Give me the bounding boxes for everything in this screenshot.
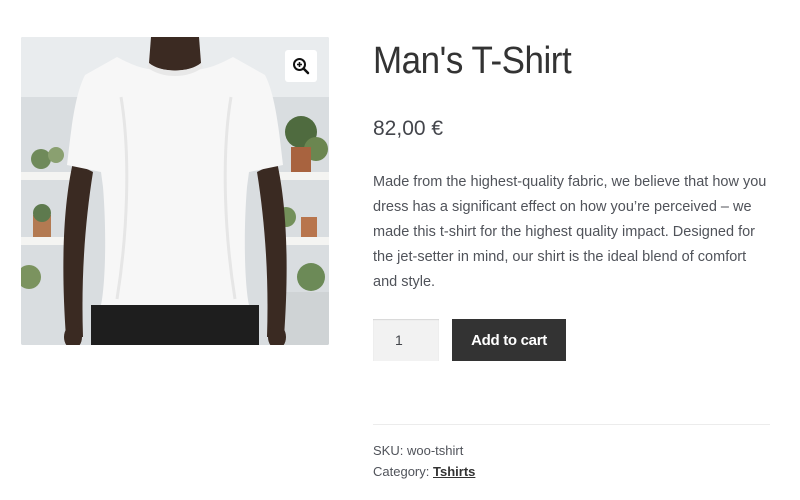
zoom-in-icon [293,58,310,75]
product-title: Man's T-Shirt [373,40,572,82]
quantity-input[interactable] [373,319,439,361]
sku-label: SKU: [373,443,404,458]
product-page: Man's T-Shirt 82,00 € Made from the high… [0,0,800,500]
category-link[interactable]: Tshirts [433,464,475,479]
add-to-cart-form: Add to cart [373,319,773,361]
product-meta: SKU: woo-tshirt Category: Tshirts [373,440,475,482]
divider [373,424,770,425]
product-image[interactable] [21,37,329,345]
product-summary: Man's T-Shirt 82,00 € Made from the high… [373,38,773,361]
sku-row: SKU: woo-tshirt [373,440,475,461]
zoom-button[interactable] [285,50,317,82]
category-label: Category: [373,464,430,479]
add-to-cart-button[interactable]: Add to cart [452,319,566,361]
product-price: 82,00 € [373,117,444,140]
sku-value: woo-tshirt [406,443,464,458]
product-description: Made from the highest-quality fabric, we… [373,174,767,290]
category-row: Category: Tshirts [373,461,475,482]
